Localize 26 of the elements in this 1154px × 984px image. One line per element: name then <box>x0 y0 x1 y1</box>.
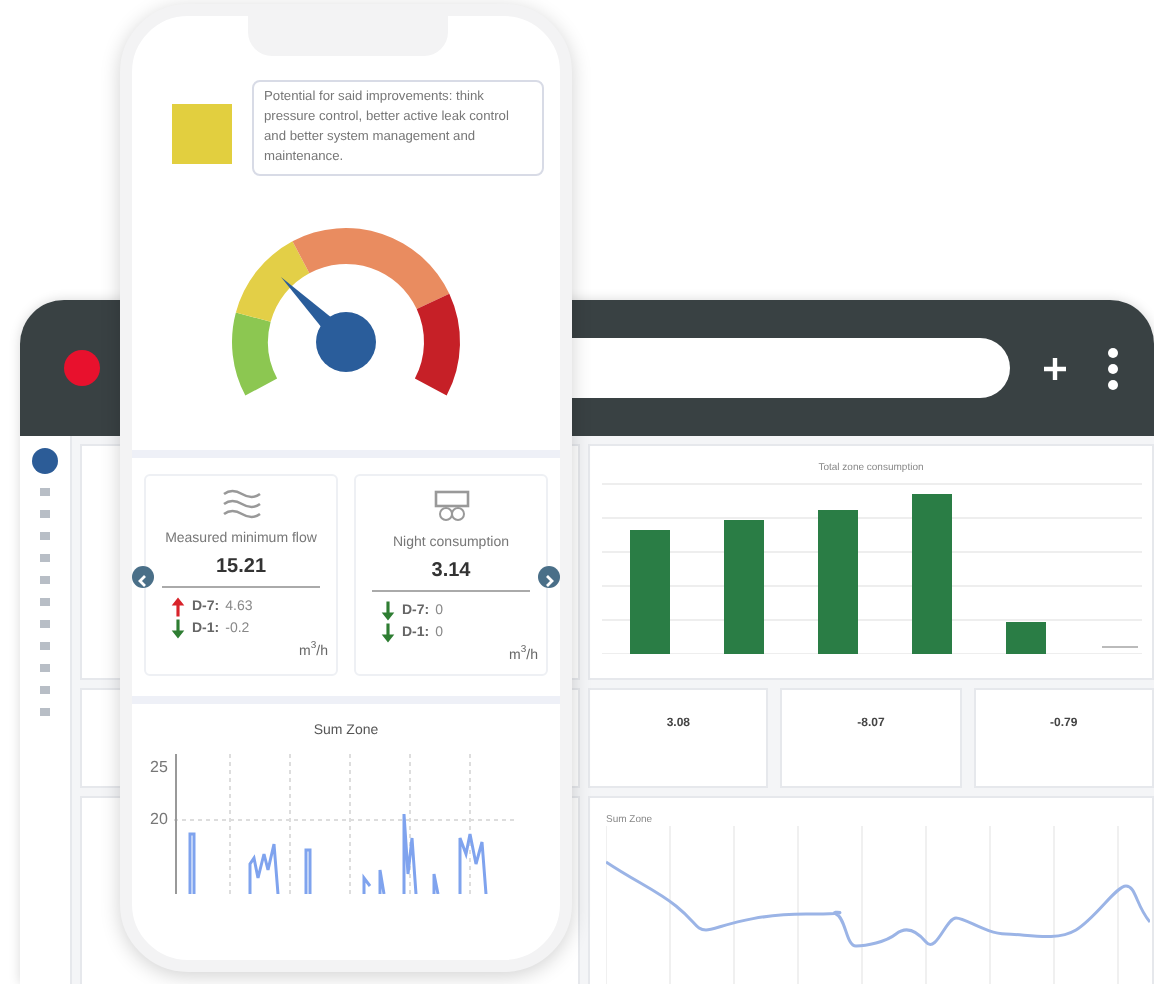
sidebar-icon[interactable] <box>40 708 50 716</box>
previous-icon[interactable] <box>132 566 154 588</box>
axis-tick: 20 <box>150 810 168 829</box>
axis-tick: 25 <box>150 758 168 777</box>
chart-bar <box>817 510 857 654</box>
chart-bar <box>723 520 763 654</box>
sidebar-icon[interactable] <box>40 642 50 650</box>
sidebar-icon[interactable] <box>40 488 50 496</box>
sidebar-icon[interactable] <box>40 664 50 672</box>
sidebar-icon[interactable] <box>40 554 50 562</box>
kpi-value: 15.21 <box>215 556 267 578</box>
address-bar[interactable] <box>572 338 1010 398</box>
sidebar-icon[interactable] <box>40 620 50 628</box>
close-dot-icon[interactable] <box>64 350 100 386</box>
sidebar-icon[interactable] <box>40 686 50 694</box>
meter-icon <box>431 488 471 524</box>
sidebar-icon[interactable] <box>40 598 50 606</box>
chart-bar <box>629 530 669 654</box>
sidebar-icon[interactable] <box>40 576 50 584</box>
waves-icon <box>219 488 263 520</box>
next-icon[interactable] <box>538 566 560 588</box>
sidebar-icon[interactable] <box>40 532 50 540</box>
kpi-value: 3.14 <box>431 560 471 582</box>
sidebar-icon[interactable] <box>40 510 50 518</box>
logo-icon <box>32 448 58 474</box>
chart-bar <box>1005 622 1045 654</box>
